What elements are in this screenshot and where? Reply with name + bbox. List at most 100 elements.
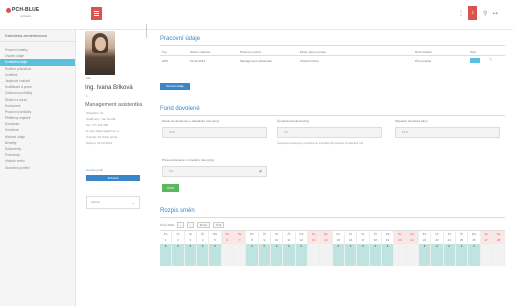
calendar-shift-cell[interactable] — [320, 244, 333, 266]
section-divider — [160, 115, 505, 116]
calendar-shift-cell[interactable]: 8 — [209, 244, 222, 266]
column-header: Druh úvazku — [415, 50, 432, 54]
edit-profile-link[interactable]: Upravit profil — [86, 168, 103, 172]
calendar-shift-cell[interactable]: 8 — [357, 244, 370, 266]
prev-month-button[interactable]: ‹ — [177, 221, 185, 228]
calendar-date: 23 — [431, 237, 444, 244]
grid-icon[interactable]: ⋮ — [458, 11, 464, 17]
column-header: Datum nástupu — [190, 50, 211, 54]
calendar-date: 9 — [259, 237, 271, 244]
column-header: Stav — [470, 50, 477, 54]
calendar-shift-cell[interactable] — [394, 244, 407, 266]
calendar-date: 10 — [271, 237, 284, 244]
calendar-shift-cell[interactable]: 8 — [369, 244, 382, 266]
column-header: Místo výkonu práce — [300, 50, 327, 54]
calendar-shift-cell[interactable]: 8 — [258, 244, 271, 266]
column-header: Pracovní pozice — [240, 50, 262, 54]
sidebar: Kartoteka zaměstnance Pracovní vztahy Oso… — [0, 30, 76, 306]
column-header: Typ — [162, 50, 167, 54]
vacation-remaining-field[interactable]: 15,0 — [395, 127, 500, 138]
field-label: Zbývající dovolená (dny) — [395, 119, 428, 123]
calendar-date: 3 — [185, 237, 197, 244]
table-row[interactable]: HPP 01.03.2014 Management asistentka Úst… — [160, 57, 505, 65]
profile-select-value: Vybrat — [91, 200, 100, 204]
calendar-shift-cell[interactable] — [221, 244, 234, 266]
employee-profile: foto Ing. Ivana Bílková 1 Management asi… — [84, 30, 142, 306]
calendar-shift-cell[interactable]: 8 — [455, 244, 469, 266]
save-button[interactable]: Uložit — [162, 184, 179, 192]
calendar-shift-cell[interactable] — [492, 244, 506, 266]
edit-work-button[interactable]: Upravit údaje — [160, 83, 190, 90]
calendar-date: 21 — [406, 237, 419, 244]
edit-icon[interactable]: ✎ — [489, 57, 492, 62]
company-logo[interactable]: PCH-BLUE software — [6, 7, 44, 21]
field-note: Čerpaná dovolená je počítána ze schválen… — [277, 141, 364, 145]
calendar-toolbar: Únor 2019 ‹ › Dnes Tisk — [160, 221, 225, 228]
calendar-shift-cell[interactable] — [233, 244, 247, 266]
month-label: Únor 2019 — [160, 222, 175, 227]
calendar-date: 8 — [246, 237, 259, 244]
calendar-shift-cell[interactable]: 8 — [431, 244, 444, 266]
bell-icon[interactable]: ♪ — [468, 6, 477, 20]
print-button[interactable]: Tisk — [213, 221, 225, 228]
photo-label: foto — [86, 76, 92, 80]
next-month-button[interactable]: › — [187, 221, 195, 228]
employee-number: 1 — [86, 94, 88, 98]
section-title-vacation: Fond dovolené — [160, 106, 200, 112]
profile-select[interactable]: Vybrat ⌄ — [86, 196, 140, 209]
calendar-shift-cell[interactable]: 8 — [160, 244, 173, 266]
profile-line: Nástup: 01.03.2014 — [86, 141, 113, 145]
logo-subtitle: software — [20, 14, 32, 18]
profile-show-button[interactable]: Zobrazit — [86, 175, 140, 181]
calendar-shift-cell[interactable] — [406, 244, 419, 266]
calendar-shift-cell[interactable]: 8 — [246, 244, 259, 266]
calendar-shift-cell[interactable]: 8 — [468, 244, 481, 266]
calendar-shift-cell[interactable]: 8 — [172, 244, 185, 266]
vacation-transfer-field[interactable]: 0,0 ▦ — [162, 166, 267, 177]
calendar-shift-cell[interactable]: 8 — [283, 244, 296, 266]
calendar-date: 17 — [357, 237, 370, 244]
calendar-date: 4 — [197, 237, 210, 244]
calendar-shift-cell[interactable] — [307, 244, 321, 266]
top-bar: PCH-BLUE software ⋮ ♪ ⚲ ↦ — [0, 0, 513, 30]
employee-photo — [85, 31, 115, 75]
calendar-date: 27 — [480, 237, 493, 244]
calendar-date: 7 — [233, 237, 247, 244]
vacation-used-field[interactable]: 5,0 — [277, 127, 382, 138]
calendar-date: 28 — [492, 237, 506, 244]
vacation-transfer-value: 0,0 — [169, 169, 174, 173]
menu-toggle-button[interactable] — [91, 7, 102, 20]
profile-line: Středisko: 01 — [86, 111, 104, 115]
table-cell: Plný úvazek — [415, 59, 432, 63]
calendar-date: 26 — [468, 237, 481, 244]
calendar-shift-cell[interactable]: 8 — [381, 244, 395, 266]
calendar-shift-cell[interactable]: 8 — [344, 244, 358, 266]
shift-calendar: Po Út St Čt Pá So Ne Po Út St Čt Pá So Ne Po Út St Čt Pá So… — [160, 230, 506, 274]
calendar-shift-cell[interactable]: 8 — [270, 244, 284, 266]
table-cell: Management asistentka — [240, 59, 272, 63]
table-cell: Ústředí Praha — [300, 59, 319, 63]
sidebar-list: Pracovní vztahy Osobní údaje Kontaktní úda… — [0, 47, 75, 171]
calendar-shift-cell[interactable]: 8 — [184, 244, 197, 266]
calendar-shift-cell[interactable]: 8 — [443, 244, 456, 266]
calendar-shift-cell[interactable]: 8 — [196, 244, 210, 266]
sidebar-title: Kartoteka zaměstnance — [0, 30, 75, 42]
profile-line: Nadřízený: Jan Novák — [86, 117, 116, 121]
logout-icon[interactable]: ↦ — [493, 11, 498, 17]
user-icon[interactable]: ⚲ — [483, 11, 487, 17]
sidebar-item[interactable]: Ukončení poměru — [0, 165, 75, 171]
section-title-work: Pracovní údaje — [160, 36, 201, 42]
vacation-entitlement-field[interactable]: 20,0 — [162, 127, 267, 138]
status-badge — [470, 58, 480, 63]
calendar-shift-cell[interactable]: 8 — [332, 244, 345, 266]
section-divider — [160, 217, 505, 218]
today-button[interactable]: Dnes — [197, 221, 211, 228]
calendar-shift-cell[interactable] — [480, 244, 493, 266]
logo-mark-icon — [6, 8, 11, 13]
profile-line: Tel: 777 123 456 — [86, 123, 109, 127]
calendar-date: 13 — [307, 237, 321, 244]
calendar-shift-cell[interactable]: 8 — [295, 244, 308, 266]
calendar-shift-cell[interactable]: 8 — [418, 244, 432, 266]
calendar-date: 20 — [394, 237, 407, 244]
profile-line: E-mail: bilkova@firma.cz — [86, 129, 120, 133]
